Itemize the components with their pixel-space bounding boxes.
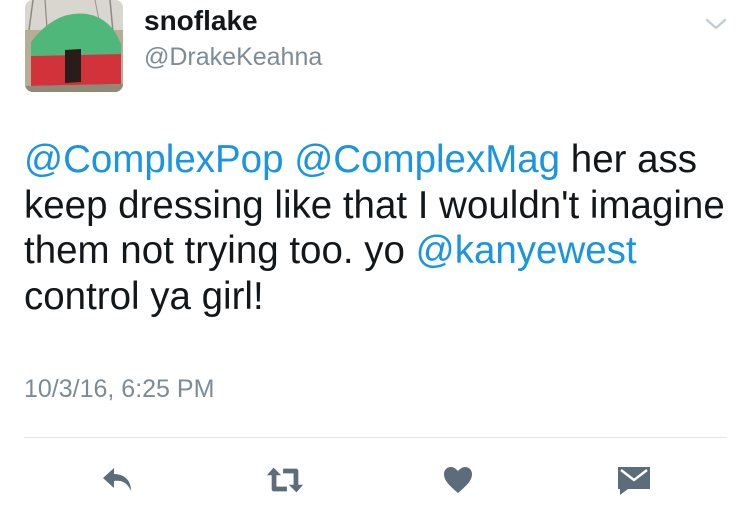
tweet-text-segment	[284, 138, 295, 181]
mention-link[interactable]: @ComplexPop	[24, 138, 284, 181]
reply-icon	[103, 468, 131, 491]
display-name[interactable]: snoflake	[144, 4, 258, 38]
like-button[interactable]	[438, 460, 478, 500]
direct-message-icon	[618, 467, 650, 495]
retweet-icon	[266, 467, 304, 493]
chevron-down-icon[interactable]	[704, 14, 728, 34]
tent-avatar-image	[25, 0, 123, 92]
divider	[24, 437, 727, 438]
mention-link[interactable]: @ComplexMag	[294, 138, 560, 181]
tweet-text: @ComplexPop @ComplexMag her ass keep dre…	[24, 137, 729, 319]
retweet-button[interactable]	[265, 460, 305, 500]
like-icon	[444, 467, 472, 493]
mention-link[interactable]: @kanyewest	[416, 229, 637, 272]
tweet-card: snoflake @DrakeKeahna @ComplexPop @Compl…	[0, 0, 750, 524]
avatar[interactable]	[25, 0, 123, 92]
direct-message-button[interactable]	[614, 460, 654, 500]
reply-button[interactable]	[98, 460, 138, 500]
tweet-text-segment: control ya girl!	[24, 274, 264, 318]
tweet-timestamp[interactable]: 10/3/16, 6:25 PM	[24, 374, 214, 404]
user-handle[interactable]: @DrakeKeahna	[144, 42, 322, 72]
